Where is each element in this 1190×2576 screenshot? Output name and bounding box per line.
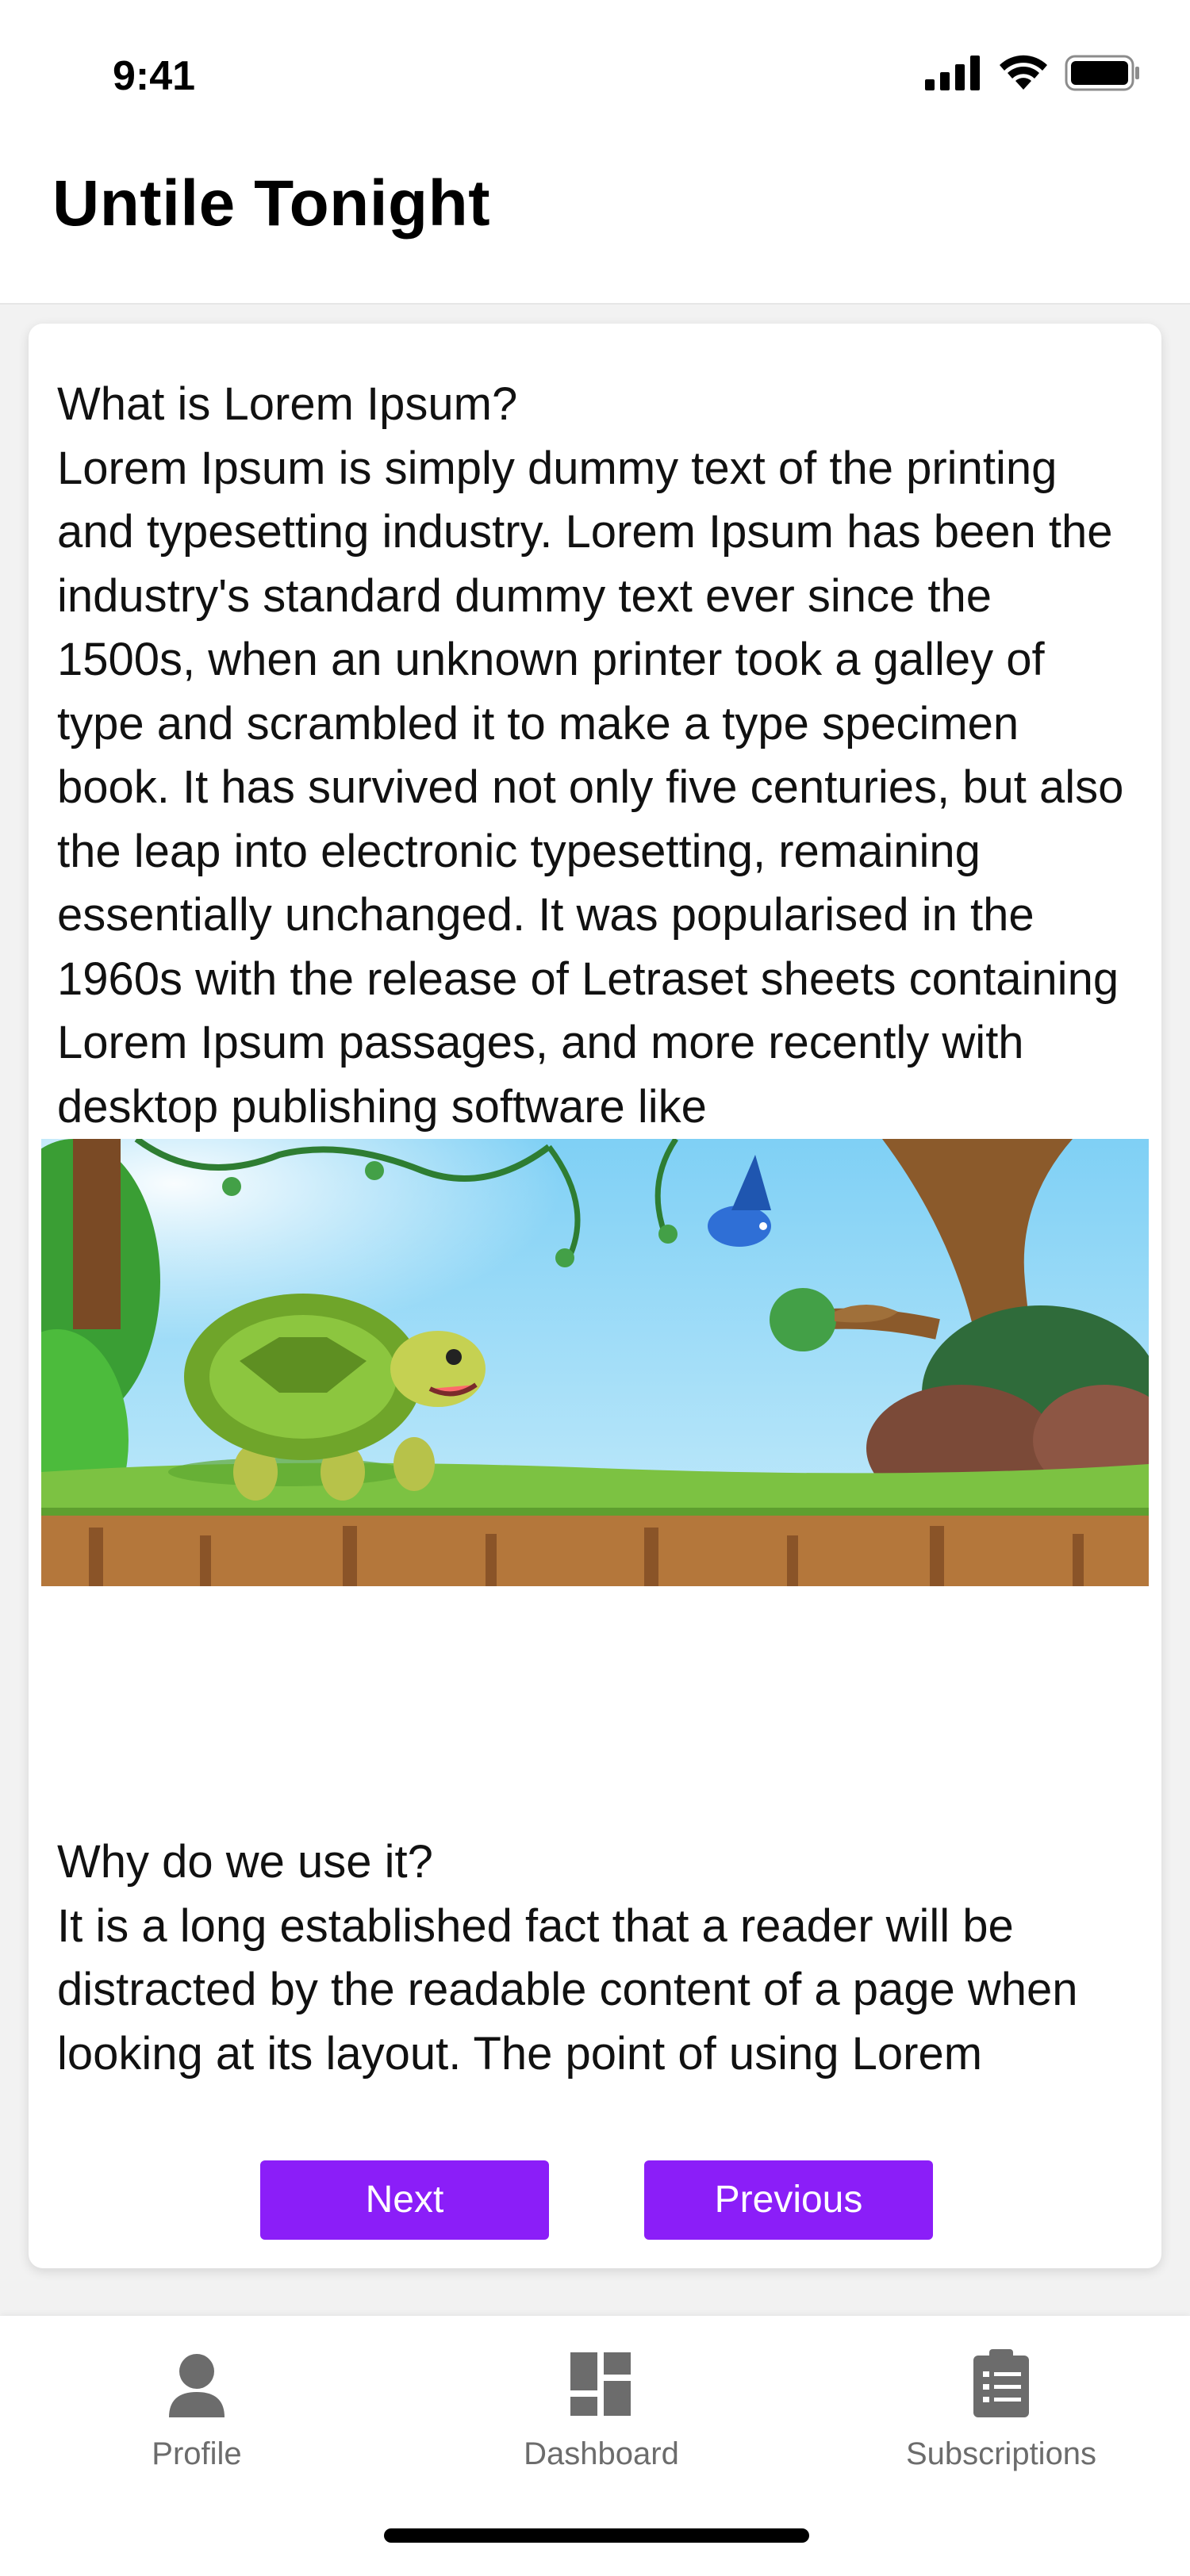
lorem-section: What is Lorem Ipsum? Lorem Ipsum is simp… [57, 373, 1136, 1182]
dashboard-grid-icon [570, 2352, 631, 2416]
clipboard-list-icon [973, 2349, 1029, 2417]
person-icon [169, 2354, 225, 2417]
content-card: What is Lorem Ipsum? Lorem Ipsum is simp… [29, 324, 1161, 2268]
next-button[interactable]: Next [260, 2160, 549, 2240]
turtle-forest-illustration [41, 1139, 1149, 1586]
page-title: Untile Tonight [52, 167, 491, 240]
status-icons [925, 55, 1141, 91]
section-body: It is a long established fact that a rea… [57, 1899, 1078, 2080]
status-time: 9:41 [113, 53, 196, 99]
nav-item-profile[interactable]: Profile [78, 2348, 316, 2490]
why-section: Why do we use it? It is a long establish… [57, 1830, 1136, 2086]
section-heading: What is Lorem Ipsum? [57, 378, 518, 430]
nav-label: Dashboard [524, 2436, 679, 2471]
nav-item-subscriptions[interactable]: Subscriptions [882, 2348, 1120, 2490]
battery-icon [1065, 55, 1139, 91]
section-body: Lorem Ipsum is simply dummy text of the … [57, 442, 1124, 1133]
status-bar: 9:41 [0, 0, 1190, 151]
cellular-signal-icon [925, 56, 980, 90]
wifi-icon [1000, 55, 1047, 90]
section-heading: Why do we use it? [57, 1836, 433, 1888]
nav-label: Subscriptions [905, 2436, 1097, 2471]
app-header: Untile Tonight [0, 151, 1190, 305]
home-indicator [384, 2528, 809, 2543]
nav-item-dashboard[interactable]: Dashboard [482, 2348, 720, 2490]
previous-button[interactable]: Previous [644, 2160, 933, 2240]
nav-label: Profile [152, 2436, 242, 2471]
